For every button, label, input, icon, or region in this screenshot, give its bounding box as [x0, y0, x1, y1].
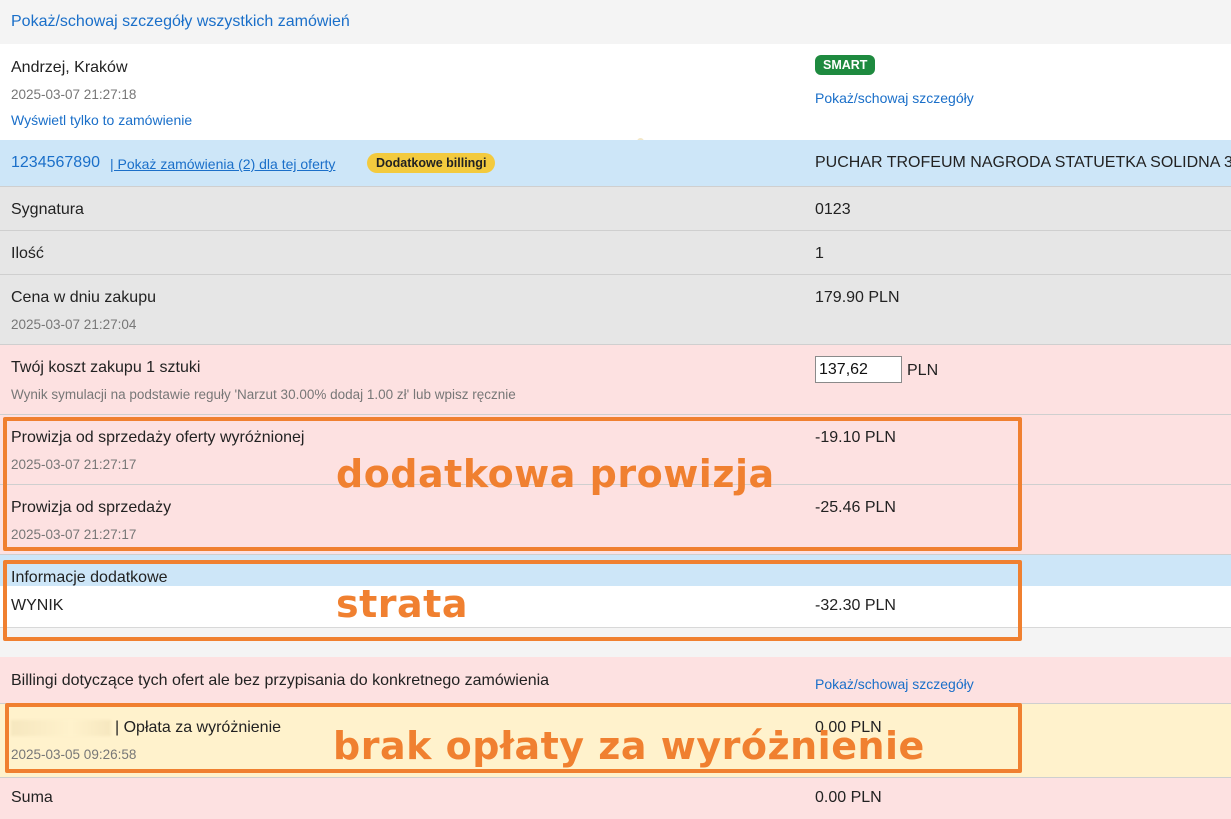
order-datetime: 2025-03-07 21:27:18 — [11, 87, 137, 102]
commission-label: Prowizja od sprzedaży — [11, 499, 172, 516]
featured-fee-label: | Opłata za wyróżnienie — [115, 719, 282, 736]
commission-value: -25.46 PLN — [815, 499, 896, 516]
offer-orders-link[interactable]: | Pokaż zamówienia (2) dla tej oferty — [110, 156, 335, 172]
annotation-no-fee: brak opłaty za wyróżnienie — [333, 724, 925, 768]
sum-label: Suma — [11, 789, 53, 806]
extra-billings-badge: Dodatkowe billingi — [367, 153, 496, 173]
result-label: WYNIK — [11, 597, 64, 614]
toggle-order-details-link[interactable]: Pokaż/schowaj szczegóły — [815, 90, 974, 106]
cost-unit: PLN — [907, 362, 939, 379]
additional-info-label: Informacje dodatkowe — [11, 569, 168, 586]
billings-header-row: Billingi dotyczące tych ofert ale bez pr… — [0, 657, 1231, 704]
cost-input[interactable] — [815, 356, 902, 383]
price-value: 179.90 PLN — [815, 289, 900, 306]
commission-featured-label: Prowizja od sprzedaży oferty wyróżnionej — [11, 429, 305, 446]
offer-row: 1234567890 | Pokaż zamówienia (2) dla te… — [0, 140, 1231, 187]
quantity-row: Ilość 1 — [0, 231, 1231, 275]
result-row: WYNIK -32.30 PLN — [0, 586, 1231, 628]
signature-label: Sygnatura — [11, 201, 84, 218]
toggle-all-details-link[interactable]: Pokaż/schowaj szczegóły wszystkich zamów… — [11, 13, 350, 31]
blurred-offer-id — [11, 719, 111, 736]
sum-row: Suma 0.00 PLN — [0, 778, 1231, 819]
show-only-this-order-link[interactable]: Wyświetl tylko to zamówienie — [11, 112, 192, 128]
signature-value: 0123 — [815, 201, 851, 218]
featured-fee-label-wrap: | Opłata za wyróżnienie — [11, 719, 281, 737]
featured-fee-date: 2025-03-05 09:26:58 — [11, 747, 137, 762]
smart-badge: SMART — [815, 55, 876, 75]
offer-id-link[interactable]: 1234567890 — [11, 154, 100, 172]
commission-featured-date: 2025-03-07 21:27:17 — [11, 457, 137, 472]
signature-row: Sygnatura 0123 — [0, 187, 1231, 231]
additional-info-header: Informacje dodatkowe — [0, 555, 1231, 586]
price-date: 2025-03-07 21:27:04 — [11, 317, 137, 332]
result-value: -32.30 PLN — [815, 597, 896, 614]
quantity-label: Ilość — [11, 245, 44, 262]
cost-note: Wynik symulacji na podstawie reguły 'Nar… — [11, 387, 516, 402]
commission-featured-value: -19.10 PLN — [815, 429, 896, 446]
buyer-name: Andrzej, Kraków — [11, 59, 128, 76]
sum-value: 0.00 PLN — [815, 789, 882, 806]
price-label: Cena w dniu zakupu — [11, 289, 156, 306]
cost-row: Twój koszt zakupu 1 sztuki Wynik symulac… — [0, 345, 1231, 415]
quantity-value: 1 — [815, 245, 824, 262]
top-bar: Pokaż/schowaj szczegóły wszystkich zamów… — [0, 0, 1231, 44]
annotation-extra-commission: dodatkowa prowizja — [336, 452, 775, 496]
commission-date: 2025-03-07 21:27:17 — [11, 527, 137, 542]
cost-label: Twój koszt zakupu 1 sztuki — [11, 359, 201, 376]
offer-title: PUCHAR TROFEUM NAGRODA STATUETKA SOLIDNA… — [815, 154, 1231, 171]
annotation-loss: strata — [336, 582, 468, 626]
billings-title: Billingi dotyczące tych ofert ale bez pr… — [11, 672, 550, 689]
order-header: Andrzej, Kraków 2025-03-07 21:27:18 Wyśw… — [0, 44, 1231, 140]
toggle-billing-details-link[interactable]: Pokaż/schowaj szczegóły — [815, 676, 974, 692]
price-row: Cena w dniu zakupu 2025-03-07 21:27:04 1… — [0, 275, 1231, 345]
